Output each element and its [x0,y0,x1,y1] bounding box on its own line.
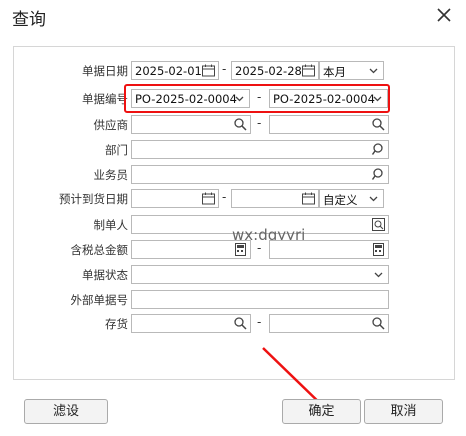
total-to-field[interactable] [269,240,389,259]
chevron-down-icon [369,68,378,74]
date-to-value: 2025-02-28 [235,64,302,78]
calendar-icon[interactable] [301,191,316,206]
date-to-field[interactable]: 2025-02-28 [231,61,319,80]
ok-button[interactable]: 确定 [282,399,361,424]
range-separator: - [257,116,262,130]
supplier-from-field[interactable] [131,115,251,134]
cancel-button[interactable]: 取消 [364,399,443,424]
chevron-down-icon [369,196,378,202]
window-title: 查询 [12,10,46,30]
search-icon[interactable] [371,217,386,232]
filter-settings-button[interactable]: 滤设 [24,399,108,424]
date-range-value: 本月 [323,65,346,79]
total-from-field[interactable] [131,240,251,259]
external-no-field[interactable] [131,290,389,309]
label-doc-date: 单据日期 [82,64,128,78]
label-salesperson: 业务员 [93,168,129,182]
calculator-icon[interactable] [371,242,386,257]
range-separator: - [257,241,262,255]
label-doc-no: 单据编号 [82,92,128,106]
range-separator: - [222,62,227,76]
date-range-select[interactable]: 本月 [319,61,384,80]
chevron-down-icon [374,272,383,278]
highlight-box [124,84,390,113]
search-icon[interactable] [371,167,386,182]
close-icon[interactable] [434,5,454,25]
calendar-icon[interactable] [201,63,216,78]
arrival-range-select[interactable]: 自定义 [319,189,384,208]
title-bar: 查询 [0,0,466,32]
range-separator: - [257,315,262,329]
doc-status-select[interactable] [131,265,389,284]
label-doc-status: 单据状态 [82,268,128,282]
label-department: 部门 [105,143,128,157]
label-supplier: 供应商 [93,118,129,132]
date-from-field[interactable]: 2025-02-01 [131,61,219,80]
calculator-icon[interactable] [233,242,248,257]
arrival-range-value: 自定义 [323,193,358,207]
label-inventory: 存货 [105,317,128,331]
department-field[interactable] [131,140,389,159]
search-icon[interactable] [233,316,248,331]
inventory-from-field[interactable] [131,314,251,333]
arrival-to-field[interactable] [231,189,319,208]
search-icon[interactable] [371,117,386,132]
search-icon[interactable] [371,316,386,331]
inventory-to-field[interactable] [269,314,389,333]
label-creator: 制单人 [93,218,129,232]
arrival-from-field[interactable] [131,189,219,208]
label-total-tax: 含税总金额 [70,243,129,257]
calendar-icon[interactable] [201,191,216,206]
range-separator: - [222,190,227,204]
search-icon[interactable] [371,142,386,157]
supplier-to-field[interactable] [269,115,389,134]
date-from-value: 2025-02-01 [135,64,202,78]
salesperson-field[interactable] [131,165,389,184]
calendar-icon[interactable] [301,63,316,78]
label-external-no: 外部单据号 [70,293,129,307]
search-icon[interactable] [233,117,248,132]
label-expected-arrival: 预计到货日期 [59,192,128,206]
